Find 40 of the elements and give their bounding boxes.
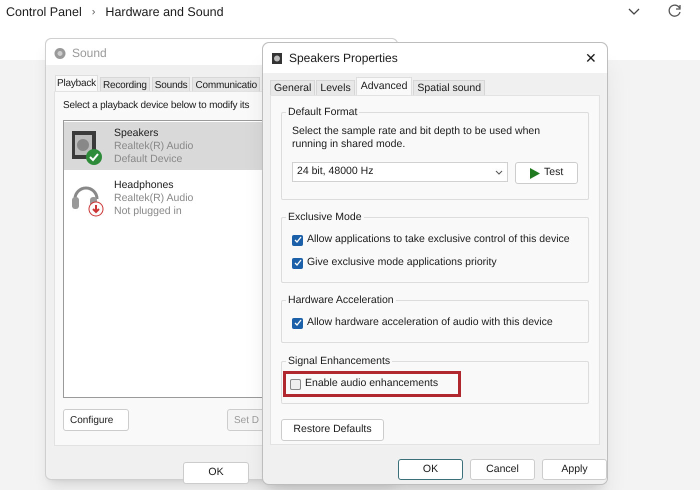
- device-status: Not plugged in: [114, 204, 183, 218]
- device-driver: Realtek(R) Audio: [114, 140, 194, 152]
- tab[interactable]: Playback: [55, 75, 98, 91]
- checkbox[interactable]: [292, 234, 303, 246]
- tab[interactable]: Recording: [100, 77, 150, 91]
- restore-defaults-button[interactable]: Restore Defaults: [281, 419, 384, 441]
- device-driver: Realtek(R) Audio: [114, 192, 194, 204]
- dialog-button[interactable]: Cancel: [470, 459, 535, 480]
- tab[interactable]: Levels: [316, 80, 355, 95]
- device-status: Default Device: [114, 152, 184, 166]
- ok-button[interactable]: OK: [183, 462, 249, 484]
- chevron-down-icon[interactable]: [628, 8, 640, 16]
- instruction-text: Select a playback device below to modify its: [63, 99, 250, 113]
- dialog-button[interactable]: OK: [398, 459, 463, 480]
- checkbox-option[interactable]: Allow applications to take exclusive control of this device: [292, 230, 570, 250]
- chevron-down-icon: [495, 170, 504, 174]
- window-title: Sound: [72, 45, 107, 62]
- device-name: Speakers: [114, 126, 160, 140]
- close-button[interactable]: ✕: [585, 51, 597, 65]
- breadcrumb-separator: ›: [92, 4, 96, 20]
- checkbox[interactable]: [290, 378, 301, 390]
- breadcrumb-item[interactable]: Hardware and Sound: [105, 2, 224, 22]
- tab[interactable]: Spatial sound: [413, 80, 486, 95]
- play-icon: [530, 168, 540, 178]
- dialog-button[interactable]: Configure: [63, 409, 129, 431]
- tab[interactable]: Sounds: [152, 77, 190, 91]
- tab[interactable]: Advanced: [356, 77, 412, 95]
- device-name: Headphones: [114, 178, 175, 192]
- breadcrumb-item[interactable]: Control Panel: [6, 2, 82, 22]
- group-label: Signal Enhancements: [286, 355, 392, 368]
- tab[interactable]: Communicatio: [192, 77, 260, 91]
- test-button[interactable]: Test: [515, 162, 578, 184]
- checkbox[interactable]: [292, 258, 303, 268]
- tab[interactable]: General: [270, 80, 316, 95]
- refresh-icon[interactable]: [668, 4, 682, 18]
- checkbox-option[interactable]: Give exclusive mode applications priority: [292, 253, 497, 273]
- dialog-button[interactable]: Apply: [542, 459, 607, 480]
- format-dropdown[interactable]: 24 bit, 48000 Hz: [292, 162, 508, 182]
- checkbox[interactable]: [292, 318, 303, 328]
- dialog-title: Speakers Properties: [289, 50, 399, 67]
